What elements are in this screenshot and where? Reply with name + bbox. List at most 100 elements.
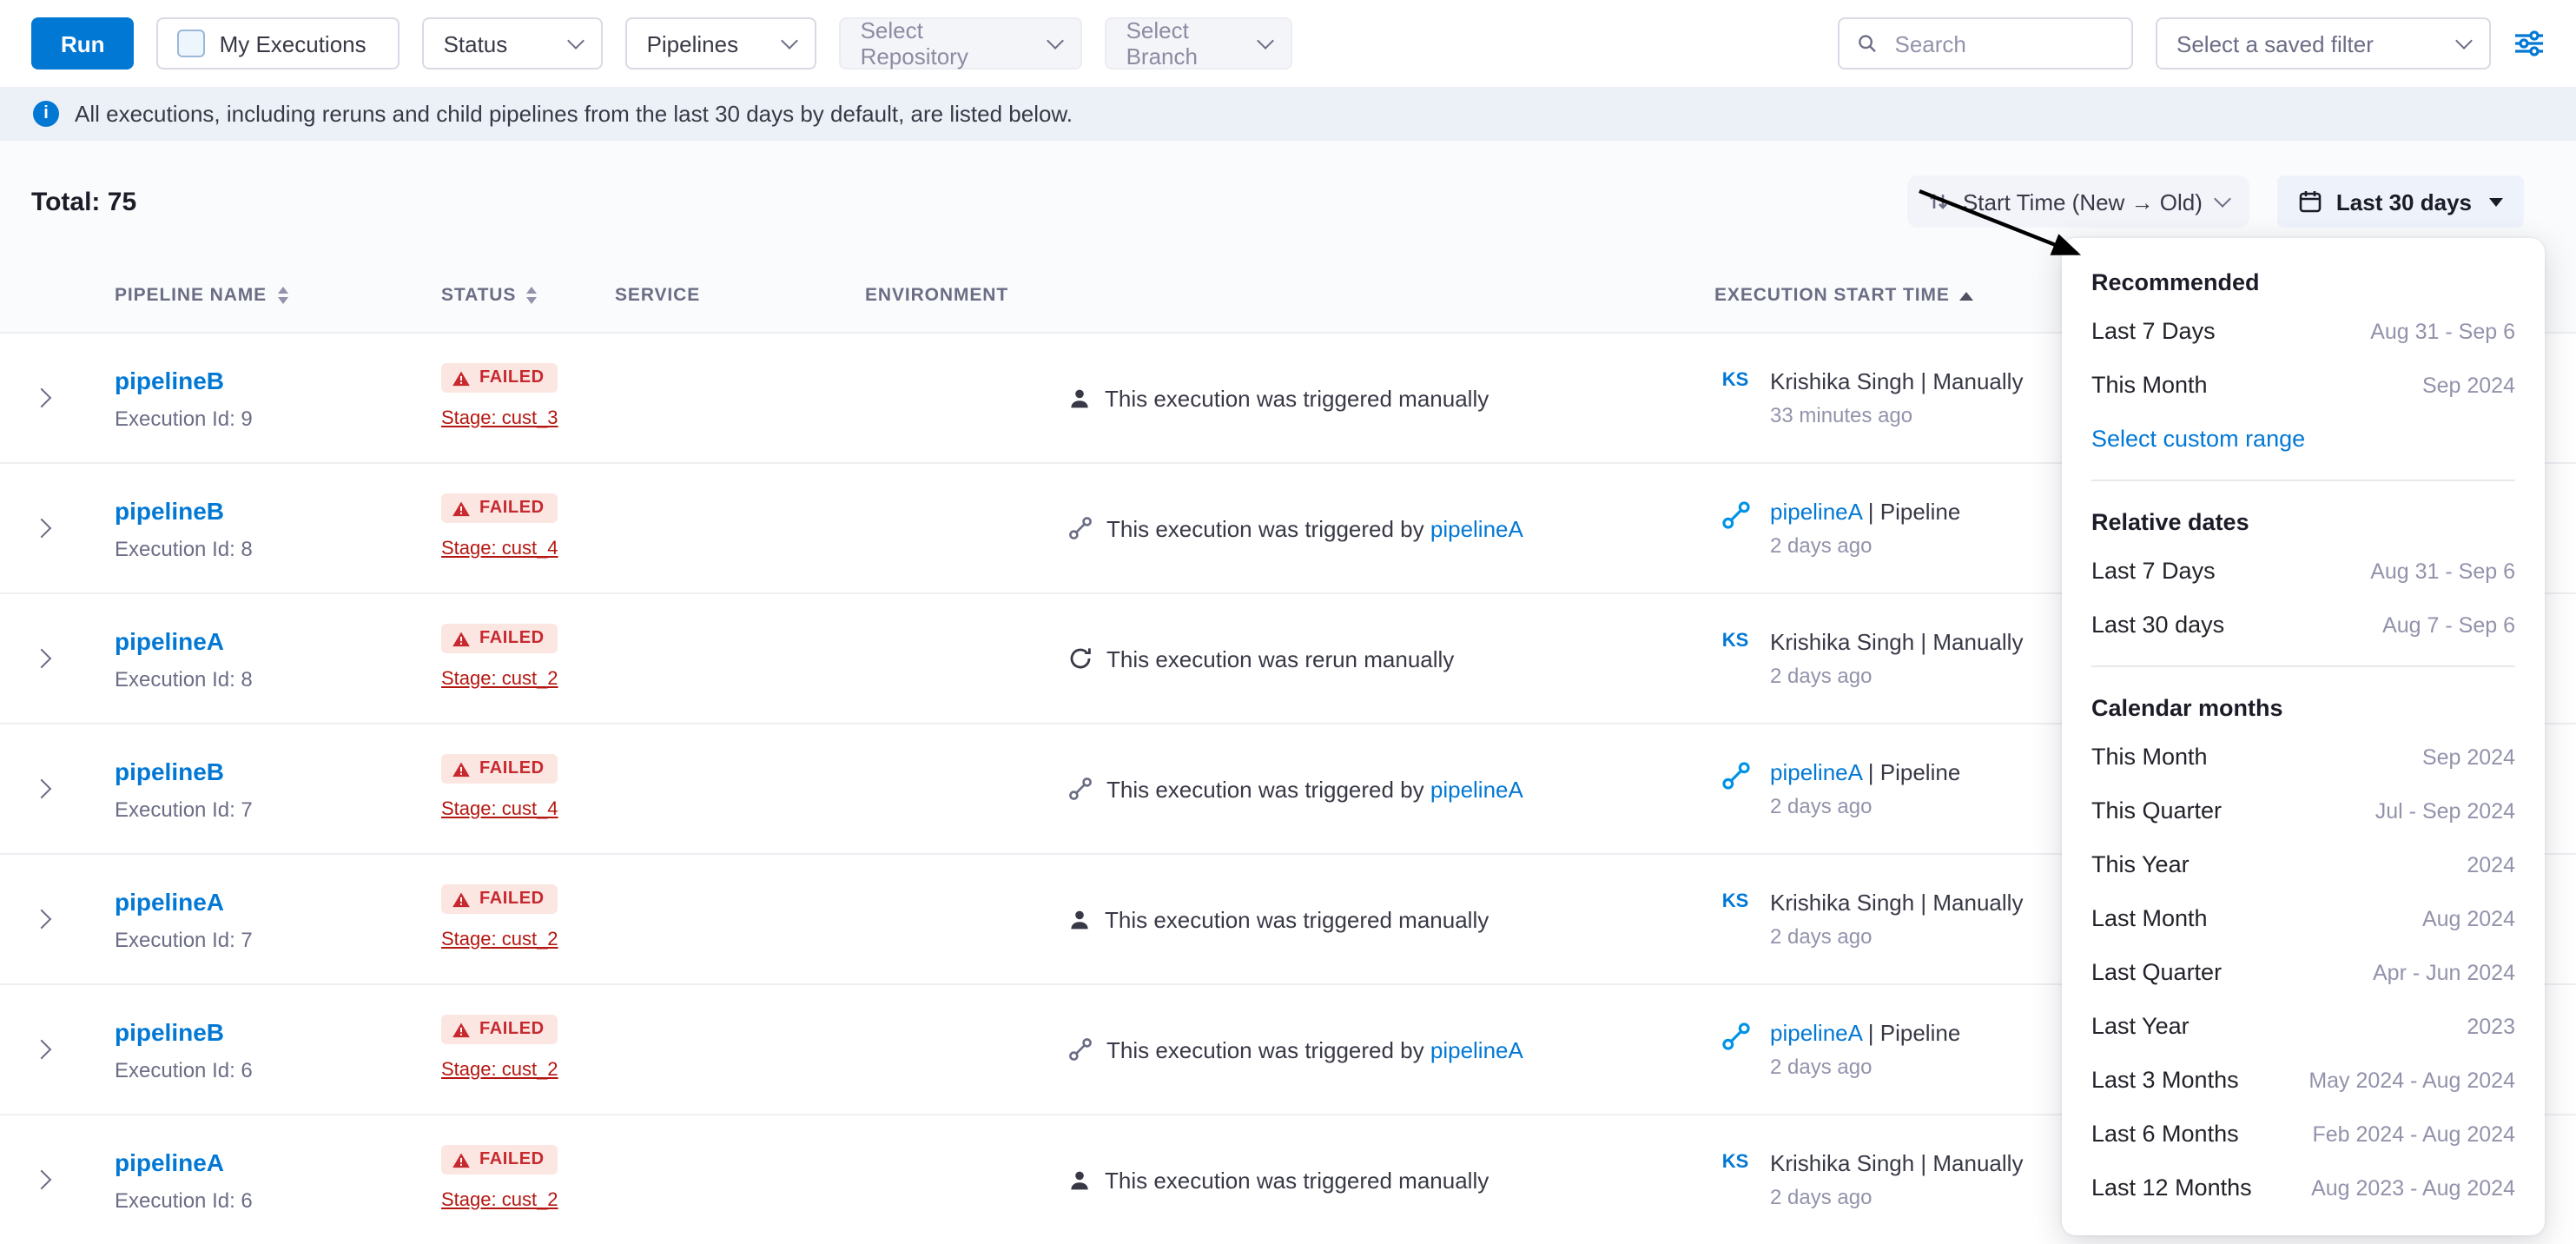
menu-item-last-year[interactable]: Last Year 2023 — [2062, 999, 2545, 1053]
stage-link[interactable]: Stage: cust_3 — [441, 408, 558, 429]
menu-item-last-6-months[interactable]: Last 6 Months Feb 2024 - Aug 2024 — [2062, 1107, 2545, 1161]
user-icon — [1068, 1168, 1091, 1191]
chevron-down-icon — [568, 32, 585, 50]
menu-item-label: Last 30 days — [2091, 612, 2224, 638]
starter-pipeline-link[interactable]: pipelineA — [1770, 499, 1862, 525]
trigger-pipeline-link[interactable]: pipelineA — [1430, 1036, 1523, 1062]
stage-link[interactable]: Stage: cust_2 — [441, 930, 558, 950]
stage-link[interactable]: Stage: cust_2 — [441, 1190, 558, 1211]
my-executions-toggle[interactable]: My Executions — [157, 17, 400, 69]
pipeline-icon — [1068, 777, 1093, 801]
pipeline-name-link[interactable]: pipelineB — [115, 366, 224, 394]
column-header-label: STATUS — [441, 285, 516, 306]
row-expander[interactable] — [35, 652, 97, 665]
menu-item-this-quarter[interactable]: This Quarter Jul - Sep 2024 — [2062, 784, 2545, 837]
pipeline-name-link[interactable]: pipelineB — [115, 1017, 224, 1045]
pipelines-filter-select[interactable]: Pipelines — [626, 17, 817, 69]
user-initials-avatar: KS — [1714, 890, 1756, 912]
menu-item-label: This Month — [2091, 372, 2208, 398]
status-label: FAILED — [479, 500, 545, 519]
starter-text: Krishika Singh | Manually — [1770, 890, 2023, 916]
time-ago: 2 days ago — [1770, 794, 1960, 818]
menu-item-last-month[interactable]: Last Month Aug 2024 — [2062, 891, 2545, 945]
warning-icon — [452, 370, 471, 387]
menu-item-last-12-months[interactable]: Last 12 Months Aug 2023 - Aug 2024 — [2062, 1161, 2545, 1214]
stage-link[interactable]: Stage: cust_4 — [441, 539, 558, 559]
execution-id: Execution Id: 9 — [115, 406, 441, 430]
sort-select[interactable]: Start Time (New → Old) — [1907, 175, 2249, 228]
menu-item-label: Last Year — [2091, 1013, 2190, 1039]
search-box[interactable] — [1838, 17, 2133, 69]
saved-filter-select[interactable]: Select a saved filter — [2156, 17, 2491, 69]
menu-item-range: 2024 — [2467, 852, 2515, 877]
pipeline-name-link[interactable]: pipelineA — [115, 1148, 224, 1175]
trigger-text: This execution was triggered manually — [1105, 906, 1489, 932]
status-filter-select[interactable]: Status — [423, 17, 604, 69]
stage-link[interactable]: Stage: cust_4 — [441, 799, 558, 820]
pipeline-name-link[interactable]: pipelineB — [115, 757, 224, 784]
time-ago: 2 days ago — [1770, 533, 1960, 558]
pipeline-name-link[interactable]: pipelineA — [115, 626, 224, 654]
column-header-label: SERVICE — [615, 285, 700, 306]
column-header-status[interactable]: STATUS — [441, 285, 615, 306]
starter-text: | Pipeline — [1862, 1020, 1961, 1046]
row-expander[interactable] — [35, 1042, 97, 1056]
repository-select[interactable]: Select Repository — [840, 17, 1083, 69]
starter-pipeline-link[interactable]: pipelineA — [1770, 1020, 1862, 1046]
info-banner-text: All executions, including reruns and chi… — [75, 101, 1073, 127]
menu-item-label: Last Month — [2091, 905, 2208, 931]
menu-item-last-30-days[interactable]: Last 30 days Aug 7 - Sep 6 — [2062, 598, 2545, 652]
user-icon — [1068, 908, 1091, 930]
starter-text: | Pipeline — [1862, 499, 1961, 525]
stage-link[interactable]: Stage: cust_2 — [441, 1060, 558, 1081]
search-input[interactable] — [1892, 29, 2115, 58]
menu-item-last-3-months[interactable]: Last 3 Months May 2024 - Aug 2024 — [2062, 1053, 2545, 1107]
filter-settings-button[interactable] — [2513, 30, 2545, 57]
sort-select-label: Start Time (New → Old) — [1963, 189, 2203, 215]
row-expander[interactable] — [35, 521, 97, 535]
menu-item-this-month-calendar[interactable]: This Month Sep 2024 — [2062, 730, 2545, 784]
status-badge: FAILED — [441, 1016, 558, 1045]
row-expander[interactable] — [35, 391, 97, 405]
menu-item-this-year[interactable]: This Year 2024 — [2062, 837, 2545, 891]
row-expander[interactable] — [35, 1173, 97, 1187]
pipeline-name-link[interactable]: pipelineA — [115, 887, 224, 915]
row-expander[interactable] — [35, 912, 97, 926]
chevron-down-icon — [1047, 32, 1065, 50]
chevron-down-icon — [2214, 190, 2231, 208]
branch-select[interactable]: Select Branch — [1106, 17, 1293, 69]
menu-item-select-custom-range[interactable]: Select custom range — [2062, 412, 2545, 466]
filter-sliders-icon — [2513, 30, 2545, 57]
menu-divider — [2091, 480, 2515, 481]
menu-item-range: Aug 31 - Sep 6 — [2370, 559, 2515, 583]
status-label: FAILED — [479, 1021, 545, 1040]
status-label: FAILED — [479, 369, 545, 388]
menu-item-label: Last 7 Days — [2091, 558, 2216, 584]
column-header-pipeline-name[interactable]: PIPELINE NAME — [97, 285, 441, 306]
warning-icon — [452, 1152, 471, 1169]
menu-item-range: Feb 2024 - Aug 2024 — [2312, 1122, 2515, 1146]
time-ago: 2 days ago — [1770, 664, 2023, 688]
user-icon — [1068, 387, 1091, 409]
custom-range-link[interactable]: Select custom range — [2091, 426, 2305, 452]
status-badge: FAILED — [441, 625, 558, 654]
starter-pipeline-link[interactable]: pipelineA — [1770, 759, 1862, 785]
menu-item-last-quarter[interactable]: Last Quarter Apr - Jun 2024 — [2062, 945, 2545, 999]
sort-icon — [526, 287, 537, 304]
date-range-menu: Recommended Last 7 Days Aug 31 - Sep 6 T… — [2062, 238, 2545, 1235]
menu-item-this-month[interactable]: This Month Sep 2024 — [2062, 358, 2545, 412]
date-range-button[interactable]: Last 30 days — [2277, 175, 2524, 228]
menu-item-last-7-days[interactable]: Last 7 Days Aug 31 - Sep 6 — [2062, 304, 2545, 358]
my-executions-checkbox[interactable] — [178, 30, 206, 57]
time-ago: 2 days ago — [1770, 924, 2023, 949]
menu-item-range: Aug 2024 — [2422, 906, 2515, 930]
run-button[interactable]: Run — [31, 17, 135, 69]
trigger-pipeline-link[interactable]: pipelineA — [1430, 776, 1523, 802]
row-expander[interactable] — [35, 782, 97, 796]
menu-item-last-7-days-relative[interactable]: Last 7 Days Aug 31 - Sep 6 — [2062, 544, 2545, 598]
column-header-label: ENVIRONMENT — [865, 285, 1008, 306]
trigger-pipeline-link[interactable]: pipelineA — [1430, 515, 1523, 541]
stage-link[interactable]: Stage: cust_2 — [441, 669, 558, 690]
execution-id: Execution Id: 6 — [115, 1188, 441, 1212]
pipeline-name-link[interactable]: pipelineB — [115, 496, 224, 524]
